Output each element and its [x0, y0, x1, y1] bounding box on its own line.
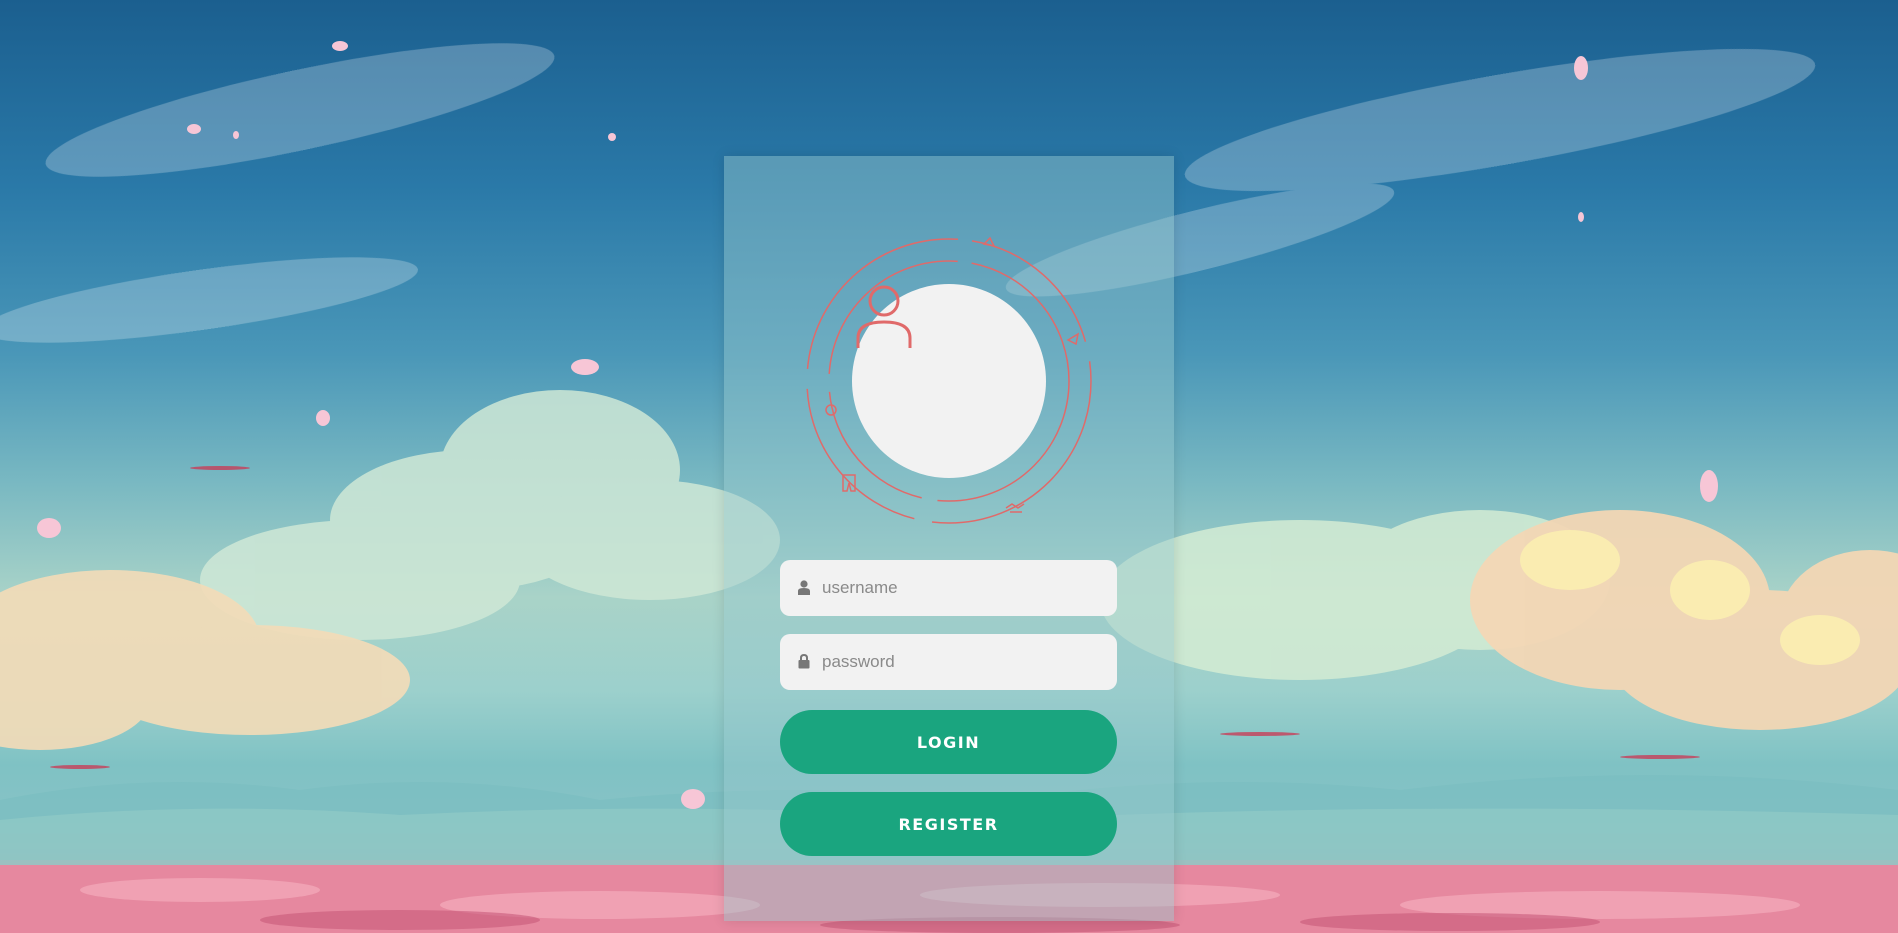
login-page: LOGIN REGISTER	[0, 0, 1898, 933]
password-field[interactable]	[780, 634, 1117, 690]
login-button[interactable]: LOGIN	[780, 710, 1117, 774]
username-field[interactable]	[780, 560, 1117, 616]
avatar	[852, 284, 1046, 478]
user-icon	[798, 580, 812, 596]
avatar-ring	[804, 236, 1094, 526]
login-panel: LOGIN REGISTER	[724, 156, 1174, 921]
user-outline-icon	[856, 285, 912, 348]
username-input[interactable]	[820, 577, 1104, 599]
lock-icon	[798, 654, 812, 670]
register-button[interactable]: REGISTER	[780, 792, 1117, 856]
password-input[interactable]	[820, 651, 1104, 673]
